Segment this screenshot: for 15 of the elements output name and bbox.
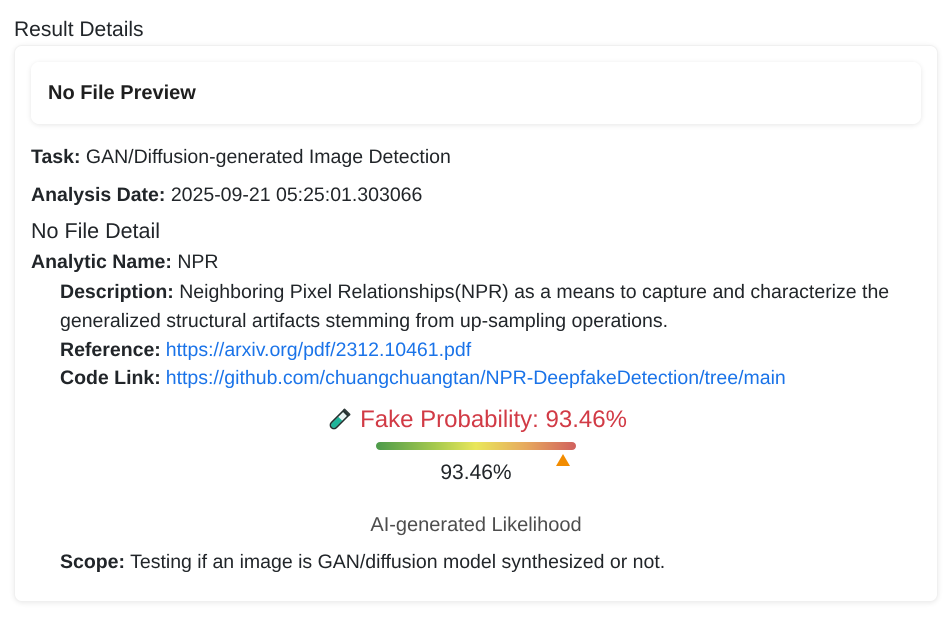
section-title: Result Details [14, 18, 145, 42]
analytic-name-text: Analytic Name: NPR [31, 250, 220, 275]
link-label: Reference: [60, 338, 161, 363]
probability-value: 93.46% [440, 461, 512, 485]
link-label: Code Link: [60, 366, 161, 391]
file-detail-heading: No File Detail [31, 218, 162, 245]
url-link[interactable]: https://github.com/chuangchuangtan/NPR-DeepfakeDetection/tree/main [166, 364, 786, 392]
preview-message: No File Preview [48, 82, 196, 104]
field-text: Analysis Date: 2025-09-21 05:25:01.303066 [31, 183, 424, 208]
probability-heading: Fake Probability: 93.46% [360, 406, 627, 434]
scope-text: Scope: Testing if an image is GAN/diffusion model synthesized or not. [60, 550, 666, 575]
description-text: Description: Neighboring Pixel Relationships(NPR) as a means to capture and characterize the generalized structural artifacts stemming from up-sampling operations. [60, 280, 890, 334]
url-link[interactable]: https://arxiv.org/pdf/2312.10461.pdf [166, 336, 472, 364]
likelihood-caption: AI-generated Likelihood [370, 513, 582, 537]
field-text: Task: GAN/Diffusion-generated Image Detection [31, 145, 452, 170]
